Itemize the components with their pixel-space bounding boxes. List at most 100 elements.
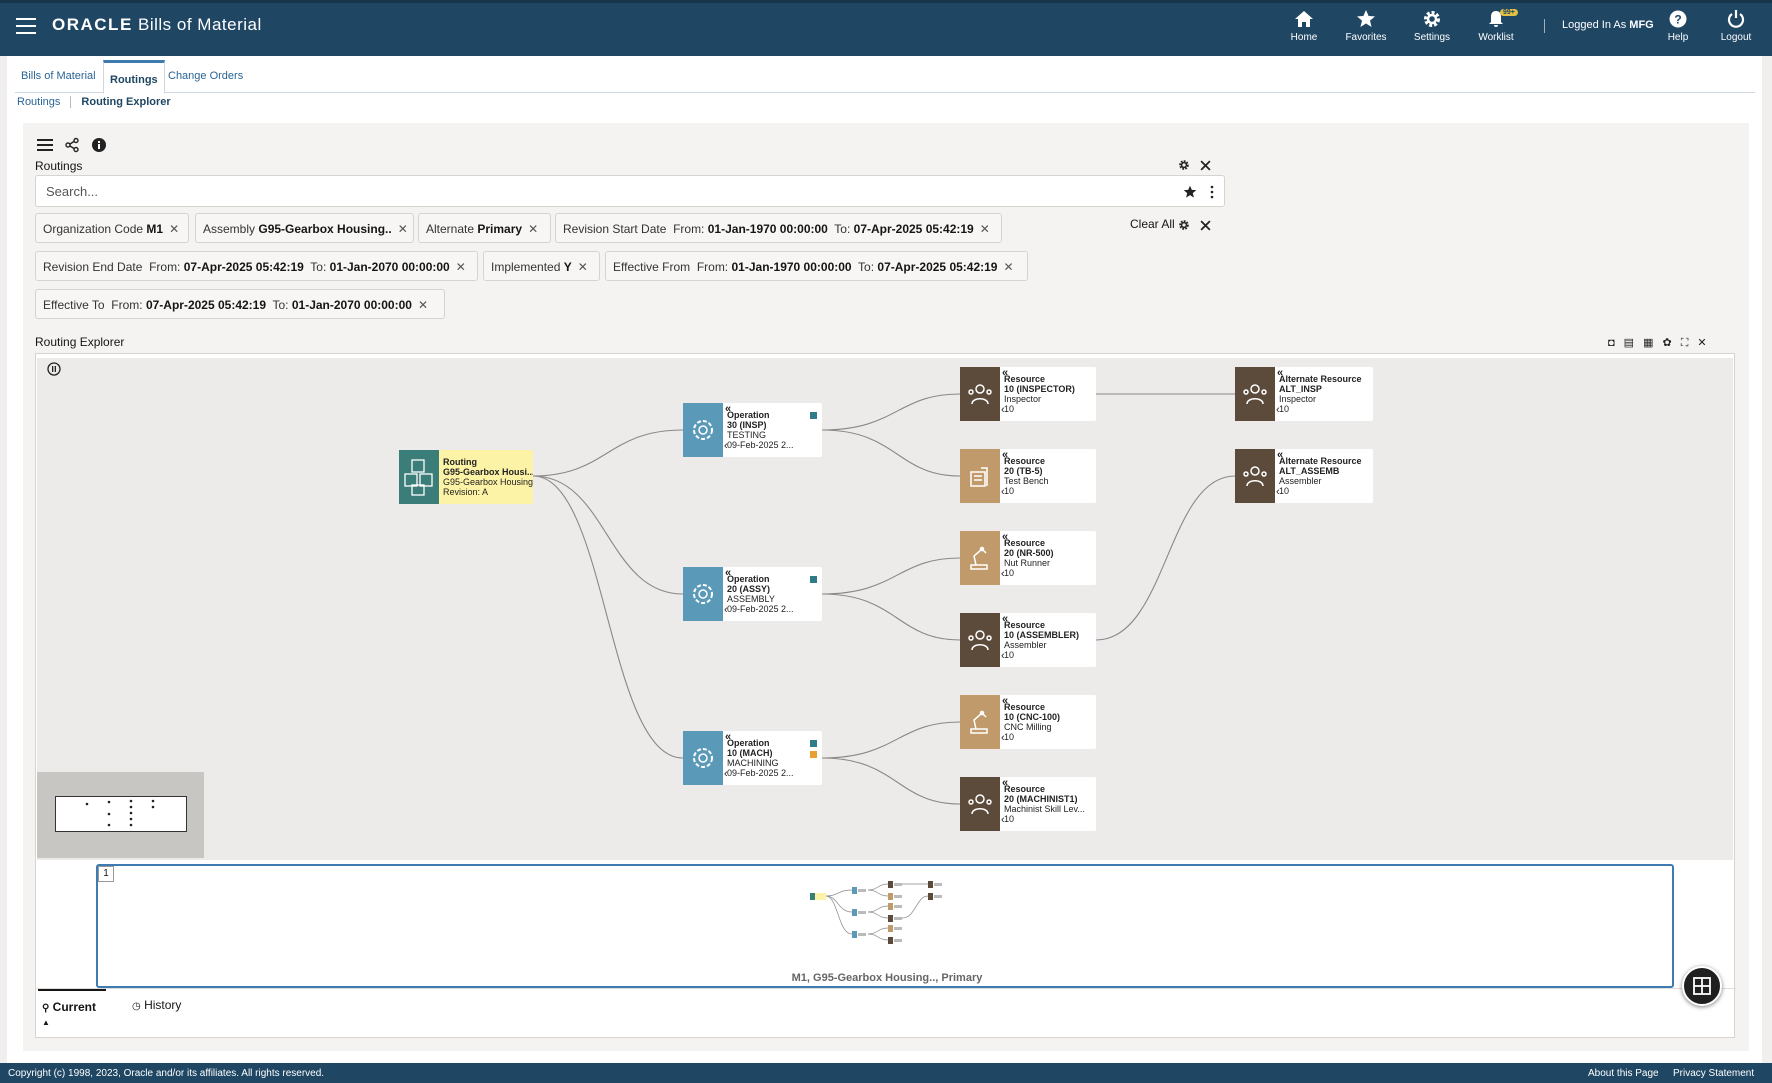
minimap[interactable] <box>37 772 204 858</box>
share-icon[interactable] <box>64 137 80 153</box>
worker-icon <box>1235 367 1275 421</box>
expand-icon: ‹ <box>724 604 728 616</box>
worker-icon <box>960 613 1000 667</box>
document-icon[interactable]: ▤ <box>1624 337 1643 349</box>
tab-current[interactable]: ⚲ Current ▲ <box>38 989 106 1028</box>
tab-history[interactable]: ◷ History <box>132 998 181 1012</box>
navigator-menu-icon[interactable] <box>16 18 36 34</box>
filter-chip-organization-code[interactable]: Organization Code M1 ✕ <box>35 213 189 243</box>
bottom-tab-bar: ⚲ Current ▲ ◷ History <box>36 988 1736 1027</box>
gear-icon[interactable]: ✿ <box>1662 337 1680 349</box>
filter-chip-revision-end-date[interactable]: Revision End Date From: 07-Apr-2025 05:4… <box>35 251 478 281</box>
resource-node[interactable]: « Resource 10 (CNC-100) CNC Milling 10 ‹ <box>960 695 1096 749</box>
more-options-icon[interactable] <box>1210 185 1214 199</box>
fullscreen-icon[interactable]: ⛶ <box>1681 337 1698 349</box>
logged-in-user: Logged In As MFG <box>1562 19 1654 31</box>
subnav-routing-explorer[interactable]: Routing Explorer <box>70 96 171 108</box>
logout-button[interactable]: Logout <box>1706 9 1766 43</box>
expand-icon: ‹ <box>1001 650 1005 662</box>
minimap-viewport[interactable] <box>55 796 187 832</box>
close-icon: ✕ <box>169 222 180 236</box>
power-icon <box>1727 10 1745 28</box>
resource-node[interactable]: « Resource 10 (ASSEMBLER) Assembler 10 ‹ <box>960 613 1096 667</box>
gear-icon <box>1424 11 1440 27</box>
star-icon <box>1357 10 1375 27</box>
expand-icon: ‹ <box>1001 486 1005 498</box>
favorites-button[interactable]: Favorites <box>1336 9 1396 43</box>
person-icon: ⚲ <box>42 1003 50 1014</box>
gear-icon[interactable] <box>1178 219 1190 231</box>
explorer-toolbar: ◘▤▦✿⛶✕ <box>1608 336 1716 350</box>
operation-node[interactable]: « Operation 30 (INSP) TESTING 09-Feb-2025 2… <box>683 403 822 457</box>
filter-chip-effective-to[interactable]: Effective To From: 07-Apr-2025 05:42:19 … <box>35 289 445 319</box>
robot-arm-icon <box>960 531 1000 585</box>
equipment-icon <box>960 449 1000 503</box>
alternate-resource-node[interactable]: « Alternate Resource ALT_INSP Inspector 10 … <box>1235 367 1373 421</box>
search-input[interactable]: Search... <box>35 175 1225 207</box>
tab-bar: Bills of Material Routings Change Orders <box>15 60 1755 94</box>
gear-icon[interactable] <box>1178 159 1190 171</box>
settings-button[interactable]: Settings <box>1402 9 1462 43</box>
expand-icon: ‹ <box>724 768 728 780</box>
filter-chip-alternate[interactable]: Alternate Primary ✕ <box>418 213 551 243</box>
worker-icon <box>960 777 1000 831</box>
resource-node[interactable]: « Resource 20 (NR-500) Nut Runner 10 ‹ <box>960 531 1096 585</box>
resource-node[interactable]: « Resource 10 (INSPECTOR) Inspector 10 ‹ <box>960 367 1096 421</box>
home-button[interactable]: Home <box>1274 9 1334 43</box>
breadcrumb: Routings Routing Explorer <box>17 96 181 108</box>
alternate-resource-node[interactable]: « Alternate Resource ALT_ASSEMB Assembler 1… <box>1235 449 1373 503</box>
tab-routings[interactable]: Routings <box>103 60 165 94</box>
close-icon[interactable] <box>1200 160 1211 171</box>
table-icon[interactable]: ▦ <box>1643 337 1662 349</box>
status-icon <box>809 411 818 420</box>
explorer-canvas[interactable]: Routing G95-Gearbox Housi... G95-Gearbox H… <box>37 358 1733 860</box>
grid-view-button[interactable] <box>1682 966 1722 1006</box>
close-icon: ✕ <box>577 260 588 274</box>
close-icon: ✕ <box>397 222 408 236</box>
overview-number: 1 <box>98 866 114 882</box>
routing-explorer-title: Routing Explorer <box>35 335 125 349</box>
hamburger-menu-icon[interactable] <box>37 137 53 153</box>
operation-node[interactable]: « Operation 20 (ASSY) ASSEMBLY 09-Feb-2025 … <box>683 567 822 621</box>
filter-chip-effective-from[interactable]: Effective From From: 01-Jan-1970 00:00:0… <box>605 251 1028 281</box>
app-title: ORACLE Bills of Material <box>52 15 262 34</box>
worker-icon <box>1235 449 1275 503</box>
filter-chip-assembly[interactable]: Assembly G95-Gearbox Housing.. ✕ <box>195 213 414 243</box>
clear-all-button[interactable]: Clear All <box>1130 217 1175 231</box>
worklist-button[interactable]: 99+ Worklist <box>1466 9 1526 43</box>
grid-icon <box>1693 977 1711 995</box>
tab-bills-of-material[interactable]: Bills of Material <box>21 70 96 82</box>
routings-title: Routings <box>35 159 83 173</box>
help-button[interactable]: ? Help <box>1648 9 1708 43</box>
filter-chip-implemented[interactable]: Implemented Y ✕ <box>483 251 600 281</box>
about-link[interactable]: About this Page <box>1588 1068 1659 1079</box>
close-icon[interactable] <box>1200 220 1211 231</box>
overview-caption: M1, G95-Gearbox Housing.., Primary <box>791 972 983 984</box>
expand-icon: ‹ <box>1001 814 1005 826</box>
resource-node[interactable]: « Resource 20 (TB-5) Test Bench 10 ‹ <box>960 449 1096 503</box>
close-icon: ✕ <box>417 298 428 312</box>
camera-icon[interactable]: ◘ <box>1608 337 1624 349</box>
filter-chip-revision-start-date[interactable]: Revision Start Date From: 01-Jan-1970 00… <box>555 213 1002 243</box>
resource-node[interactable]: « Resource 20 (MACHINIST1) Machinist Skill… <box>960 777 1096 831</box>
overview-diagram <box>810 881 942 944</box>
tab-change-orders[interactable]: Change Orders <box>168 70 243 82</box>
gear-process-icon <box>683 403 723 457</box>
close-icon[interactable]: ✕ <box>1697 337 1715 349</box>
expand-icon: ‹ <box>724 440 728 452</box>
close-icon: ✕ <box>528 222 539 236</box>
expand-icon: ‹ <box>1001 404 1005 416</box>
favorite-search-icon[interactable] <box>1183 185 1197 199</box>
privacy-link[interactable]: Privacy Statement <box>1673 1068 1754 1079</box>
expand-icon: ‹ <box>1001 732 1005 744</box>
warning-status-icon <box>809 750 818 759</box>
expand-icon: ‹ <box>1001 568 1005 580</box>
overview-thumbnail[interactable]: 1 M1, G95-Gearbox Housing.., Primary <box>96 864 1674 988</box>
subnav-routings[interactable]: Routings <box>17 96 60 108</box>
status-icon <box>809 575 818 584</box>
routing-node[interactable]: Routing G95-Gearbox Housi... G95-Gearbox H… <box>399 450 533 504</box>
info-icon[interactable] <box>91 137 107 153</box>
history-icon: ◷ <box>132 1001 141 1012</box>
operation-node[interactable]: « Operation 10 (MACH) MACHINING 09-Feb-2025… <box>683 731 822 785</box>
page-content: Bills of Material Routings Change Orders… <box>7 56 1762 1063</box>
